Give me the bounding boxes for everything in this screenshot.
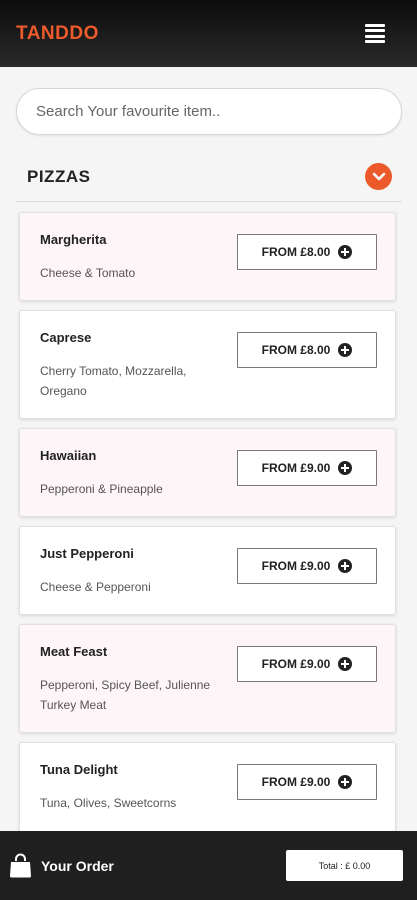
search-input[interactable] (36, 103, 382, 120)
menu-item-card: Meat Feast Pepperoni, Spicy Beef, Julien… (19, 624, 396, 733)
item-description: Cheese & Pepperoni (40, 580, 151, 594)
search-bar[interactable] (16, 88, 402, 135)
price-label: FROM £9.00 (261, 775, 331, 789)
item-name: Just Pepperoni (40, 546, 134, 561)
add-item-button[interactable]: FROM £9.00 (237, 764, 377, 800)
plus-circle-icon (338, 343, 353, 357)
menu-item-card: Margherita Cheese & Tomato FROM £8.00 (19, 212, 396, 301)
menu-item-card: Just Pepperoni Cheese & Pepperoni FROM £… (19, 526, 396, 615)
item-name: Tuna Delight (40, 762, 118, 777)
order-total[interactable]: Total : £ 0.00 (286, 850, 403, 881)
menu-item-card: Caprese Cherry Tomato, Mozzarella, Orega… (19, 310, 396, 419)
item-description: Pepperoni, Spicy Beef, Julienne Turkey M… (40, 678, 211, 712)
plus-circle-icon (338, 559, 353, 573)
add-item-button[interactable]: FROM £8.00 (237, 332, 377, 368)
item-name: Margherita (40, 232, 107, 247)
order-label: Your Order (41, 857, 114, 874)
order-bar[interactable]: Your Order Total : £ 0.00 (0, 831, 417, 900)
add-item-button[interactable]: FROM £9.00 (237, 450, 377, 486)
item-description: Cheese & Tomato (40, 266, 136, 280)
plus-circle-icon (338, 775, 353, 789)
category-header[interactable]: PIZZAS (16, 152, 402, 202)
add-item-button[interactable]: FROM £9.00 (237, 646, 377, 682)
menu-item-card: Tuna Delight Tuna, Olives, Sweetcorns FR… (19, 742, 396, 842)
brand-logo[interactable]: TANDDO (16, 23, 99, 45)
app-header: TANDDO (0, 0, 417, 67)
price-label: FROM £9.00 (261, 657, 331, 671)
price-label: FROM £8.00 (261, 343, 331, 357)
chevron-down-icon[interactable] (365, 163, 392, 190)
item-description: Cherry Tomato, Mozzarella, Oregano (40, 364, 187, 398)
price-label: FROM £9.00 (261, 461, 331, 475)
item-name: Caprese (40, 330, 92, 345)
price-label: FROM £8.00 (261, 245, 331, 259)
add-item-button[interactable]: FROM £9.00 (237, 548, 377, 584)
plus-circle-icon (338, 461, 353, 475)
menu-item-card: Hawaiian Pepperoni & Pineapple FROM £9.0… (19, 428, 396, 517)
item-name: Hawaiian (40, 448, 97, 463)
price-label: FROM £9.00 (261, 559, 331, 573)
item-description: Tuna, Olives, Sweetcorns (40, 796, 177, 810)
item-name: Meat Feast (40, 644, 108, 659)
add-item-button[interactable]: FROM £8.00 (237, 234, 377, 270)
category-title: PIZZAS (27, 166, 91, 186)
shopping-bag-icon (10, 853, 31, 878)
plus-circle-icon (338, 245, 353, 259)
your-order-button[interactable]: Your Order (9, 853, 114, 878)
hamburger-menu-icon[interactable] (365, 24, 385, 43)
plus-circle-icon (338, 657, 353, 671)
item-description: Pepperoni & Pineapple (40, 482, 163, 496)
